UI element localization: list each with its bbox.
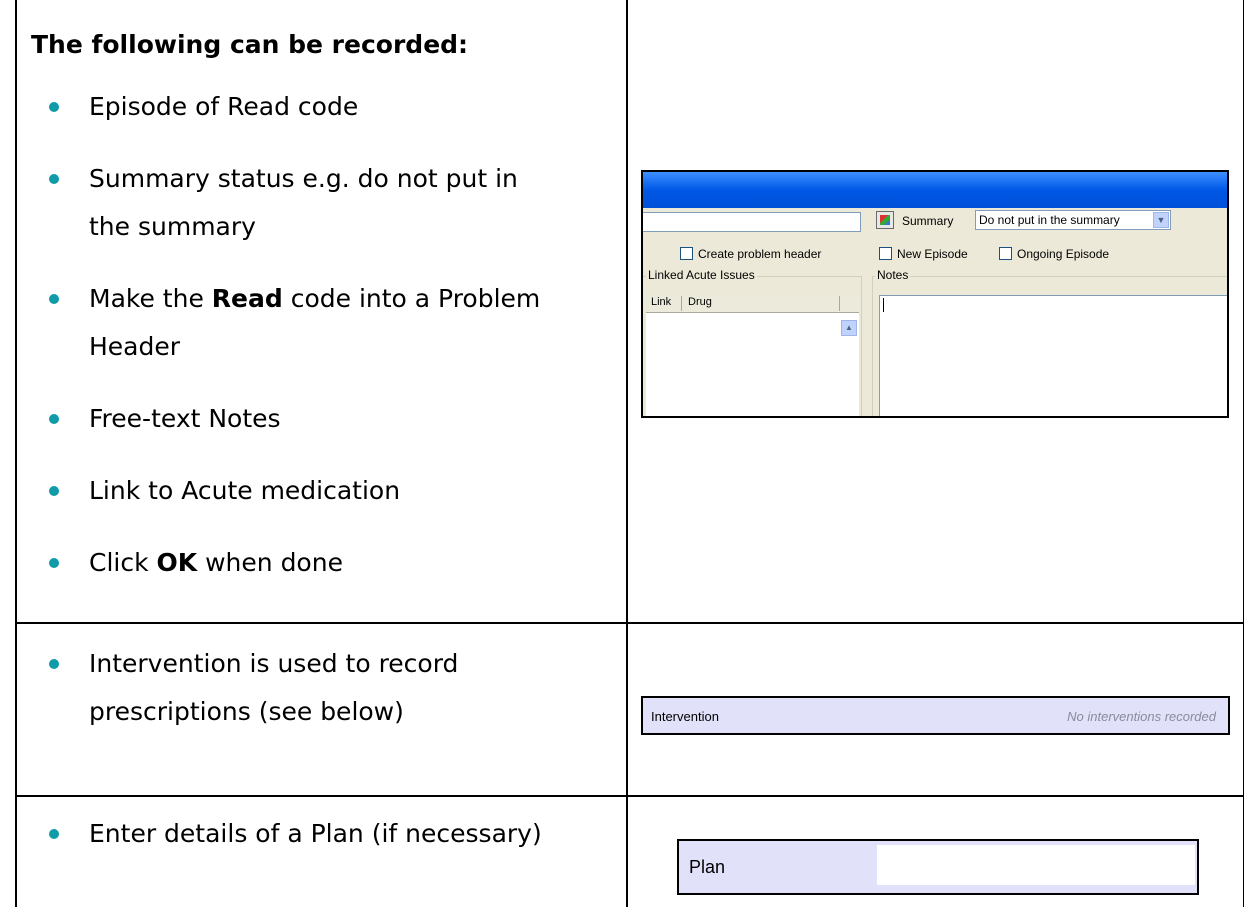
plan-input[interactable] xyxy=(877,845,1195,885)
list-item: Click OK when done xyxy=(17,539,622,587)
list-item: Episode of Read code xyxy=(17,83,622,131)
recordable-items-list: Episode of Read code Summary status e.g.… xyxy=(17,83,622,587)
bullet-icon xyxy=(49,414,59,424)
col-divider xyxy=(681,296,682,311)
bullet-icon xyxy=(49,659,59,669)
new-episode-label: New Episode xyxy=(897,247,968,261)
list-item: Intervention is used to record prescript… xyxy=(17,640,622,736)
dialog-title-bar xyxy=(643,172,1227,208)
list-item: Summary status e.g. do not put in the su… xyxy=(17,155,622,251)
list-item: Enter details of a Plan (if necessary) xyxy=(17,810,622,858)
scroll-up-icon[interactable]: ▲ xyxy=(841,320,857,336)
row3-text: Enter details of a Plan (if necessary) xyxy=(17,810,622,858)
col-drug[interactable]: Drug xyxy=(688,296,712,308)
list-item: Make the Read code into a Problem Header xyxy=(17,275,622,371)
episode-dialog-screenshot: Summary Do not put in the summary ▼ Crea… xyxy=(641,170,1229,418)
ongoing-episode-label: Ongoing Episode xyxy=(1017,247,1110,261)
bullet-icon xyxy=(49,102,59,112)
linked-acute-group-right xyxy=(861,276,862,416)
summary-icon[interactable] xyxy=(876,211,894,229)
plan-panel-screenshot: Plan xyxy=(677,839,1199,895)
bullet-icon xyxy=(49,174,59,184)
intervention-status: No interventions recorded xyxy=(1067,709,1216,724)
plan-label: Plan xyxy=(689,857,726,877)
notes-textarea[interactable] xyxy=(879,295,1227,416)
intervention-label[interactable]: Intervention xyxy=(651,709,719,724)
ongoing-episode-checkbox[interactable] xyxy=(999,247,1012,260)
create-problem-header-checkbox[interactable] xyxy=(680,247,693,260)
bullet-icon xyxy=(49,829,59,839)
acute-list-body[interactable] xyxy=(646,313,859,416)
summary-label: Summary xyxy=(902,214,954,228)
notes-group-left xyxy=(872,276,873,416)
intervention-panel-screenshot: Intervention No interventions recorded xyxy=(641,696,1230,735)
code-text-input[interactable] xyxy=(643,212,861,232)
row1-text: The following can be recorded: Episode o… xyxy=(17,26,622,611)
notes-label: Notes xyxy=(875,268,911,282)
table-border-mid xyxy=(626,0,628,907)
bullet-icon xyxy=(49,558,59,568)
bullet-icon xyxy=(49,486,59,496)
col-link[interactable]: Link xyxy=(651,296,671,308)
table-row-divider-1 xyxy=(15,622,1244,624)
row1-heading: The following can be recorded: xyxy=(31,30,469,59)
list-item: Free-text Notes xyxy=(17,395,622,443)
summary-select[interactable]: Do not put in the summary ▼ xyxy=(975,210,1171,230)
row2-text: Intervention is used to record prescript… xyxy=(17,640,622,736)
list-item: Link to Acute medication xyxy=(17,467,622,515)
chevron-down-icon[interactable]: ▼ xyxy=(1153,212,1169,228)
linked-acute-issues-label: Linked Acute Issues xyxy=(646,268,757,282)
bullet-icon xyxy=(49,294,59,304)
notes-group-top xyxy=(872,276,1227,277)
create-problem-header-label: Create problem header xyxy=(698,247,822,261)
new-episode-checkbox[interactable] xyxy=(879,247,892,260)
table-row-divider-2 xyxy=(15,795,1244,797)
text-caret xyxy=(883,298,884,312)
col-divider xyxy=(839,296,840,311)
acute-list-header: Link Drug xyxy=(646,294,859,313)
